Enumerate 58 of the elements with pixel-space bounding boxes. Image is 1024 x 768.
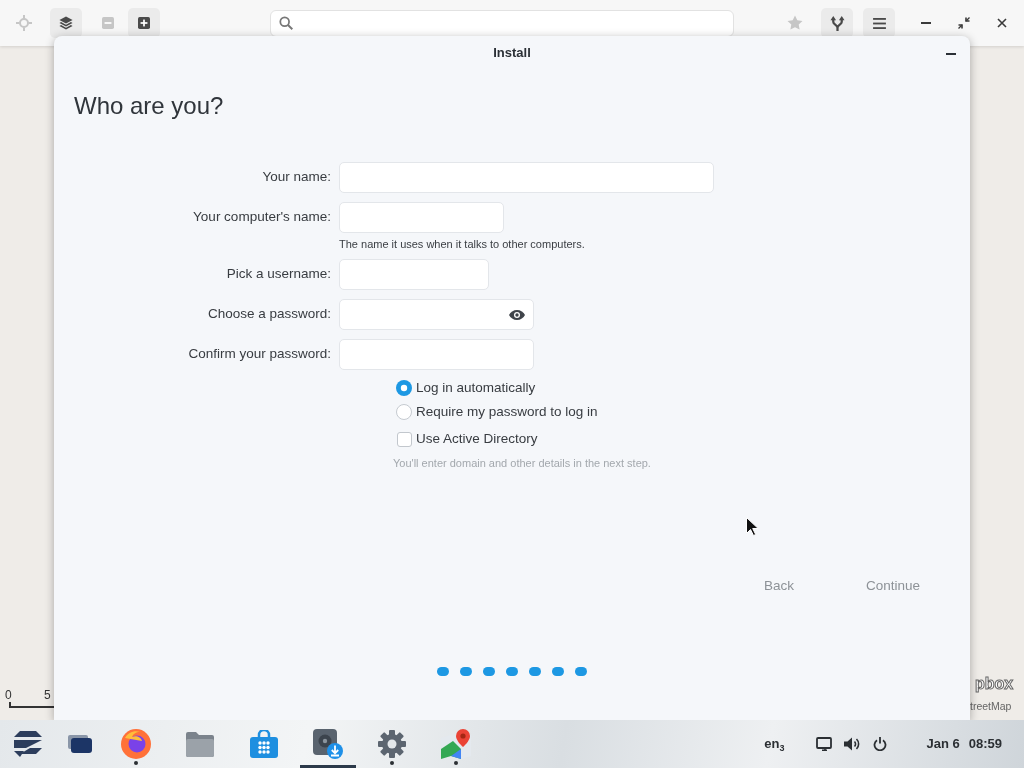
route-button[interactable] bbox=[821, 8, 853, 38]
globe-icon bbox=[121, 729, 151, 759]
note-text: You'll enter domain and other details in the next step. bbox=[393, 457, 651, 470]
confirm-password-field[interactable] bbox=[339, 339, 534, 370]
folder-icon bbox=[186, 731, 214, 757]
field-label: Confirm your password: bbox=[188, 345, 331, 364]
zoom-in-button[interactable] bbox=[128, 8, 160, 38]
password-field[interactable] bbox=[339, 299, 534, 330]
fork-arrows-icon bbox=[829, 15, 845, 31]
eye-icon[interactable] bbox=[509, 309, 525, 320]
zoom-in-icon bbox=[138, 17, 150, 29]
shrink-arrows-icon bbox=[958, 17, 970, 29]
crosshair-icon bbox=[16, 15, 32, 31]
date-text[interactable]: Jan 6 bbox=[926, 734, 960, 754]
checkbox-label[interactable]: Use Active Directory bbox=[416, 428, 538, 450]
speaker-icon[interactable] bbox=[843, 737, 860, 751]
search-icon bbox=[279, 16, 293, 30]
star-icon bbox=[787, 15, 803, 31]
shopping-bag-icon bbox=[250, 730, 278, 758]
field-label: Your name: bbox=[262, 168, 331, 187]
radio-button[interactable] bbox=[396, 404, 412, 420]
username-field[interactable] bbox=[339, 259, 489, 290]
zoom-out-icon bbox=[102, 17, 114, 29]
layers-icon bbox=[59, 16, 73, 30]
checkbox[interactable] bbox=[397, 431, 412, 447]
radio-label[interactable]: Require my password to log in bbox=[416, 401, 598, 423]
monitor-icon[interactable] bbox=[815, 737, 832, 751]
name-field[interactable] bbox=[339, 162, 714, 193]
minimize-button[interactable] bbox=[945, 52, 957, 56]
scale-label: 5 bbox=[44, 689, 51, 701]
field-label: Pick a username: bbox=[226, 265, 331, 284]
computer-name-field[interactable] bbox=[339, 202, 504, 233]
field-label: Choose a password: bbox=[207, 305, 331, 324]
field-label: Your computer's name: bbox=[193, 208, 331, 227]
map-pin-icon bbox=[441, 729, 471, 759]
radio-label[interactable]: Log in automatically bbox=[416, 377, 536, 399]
clock-text[interactable]: 08:59 bbox=[968, 734, 1002, 754]
scale-bar bbox=[9, 702, 54, 708]
minimize-icon bbox=[921, 22, 931, 24]
keyboard-layout-indicator[interactable]: en$_{3}$ bbox=[764, 734, 785, 754]
close-icon bbox=[997, 18, 1007, 28]
layers-button[interactable] bbox=[50, 8, 82, 38]
stacked-windows-icon bbox=[68, 735, 92, 753]
gear-icon bbox=[378, 730, 406, 758]
menu-button[interactable] bbox=[863, 8, 895, 38]
mouse-pointer-icon bbox=[746, 517, 758, 536]
search-field[interactable] bbox=[270, 9, 734, 37]
minimize-icon bbox=[946, 53, 956, 55]
menu-icon bbox=[872, 17, 886, 29]
logo-icon bbox=[14, 731, 42, 757]
scale-label: 0 bbox=[5, 689, 12, 701]
attribution-text[interactable]: treetMap bbox=[970, 700, 1012, 712]
disk-download-icon bbox=[313, 729, 343, 759]
power-icon[interactable] bbox=[872, 737, 887, 751]
window-title: Install bbox=[493, 44, 531, 63]
field-hint: The name it uses when it talks to other computers. bbox=[339, 238, 585, 251]
radio-button[interactable] bbox=[396, 380, 412, 396]
page-heading: Who are you? bbox=[74, 91, 224, 120]
